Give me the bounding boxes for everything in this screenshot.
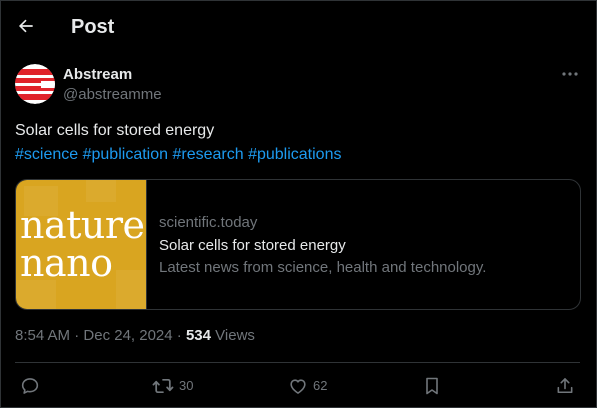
post-date[interactable]: Dec 24, 2024: [83, 327, 172, 344]
actions-divider: [15, 362, 580, 363]
hashtag-research[interactable]: #research: [172, 146, 243, 163]
thumbnail-logo-line: nano: [20, 241, 113, 285]
card-divider: [146, 180, 147, 309]
like-button[interactable]: 62: [288, 374, 327, 398]
card-domain: scientific.today: [159, 214, 258, 231]
post-header: Post: [0, 0, 597, 54]
meta-separator: ·: [74, 327, 80, 344]
post-text: Solar cells for stored energy: [15, 122, 215, 139]
reply-icon: [21, 378, 39, 394]
post-time[interactable]: 8:54 AM: [15, 327, 70, 344]
reply-button[interactable]: [20, 374, 40, 398]
link-preview-card[interactable]: nature nano scientific.today Solar cells…: [15, 179, 581, 310]
post-hashtags: #science #publication #research #publica…: [15, 145, 341, 165]
views-count: 534: [185, 327, 211, 344]
red-white-striped-logo: [15, 64, 55, 104]
bookmark-button[interactable]: [423, 374, 441, 398]
share-button[interactable]: [555, 374, 575, 398]
repost-count: 30: [179, 378, 194, 393]
page-title: Post: [71, 16, 115, 38]
author-display-name[interactable]: Abstream: [63, 66, 132, 84]
heart-icon: [290, 379, 306, 394]
bookmark-icon: [426, 377, 438, 395]
thumbnail-logo-line: nature: [20, 203, 145, 247]
card-description: Latest news from science, health and tec…: [159, 259, 487, 276]
hashtag-publications[interactable]: #publications: [248, 146, 341, 163]
card-title: Solar cells for stored energy: [159, 237, 346, 254]
share-icon: [557, 378, 573, 394]
card-thumbnail: nature nano: [16, 180, 146, 309]
post-meta: 8:54 AM · Dec 24, 2024 · 534 Views: [15, 327, 255, 345]
avatar[interactable]: [15, 64, 55, 104]
hashtag-publication[interactable]: #publication: [83, 146, 168, 163]
repost-icon: [152, 378, 174, 394]
more-options-button[interactable]: [558, 64, 582, 84]
more-horizontal-icon: [562, 72, 578, 76]
author-handle[interactable]: @abstreamme: [63, 86, 162, 104]
meta-separator: ·: [176, 327, 182, 344]
hashtag-science[interactable]: #science: [15, 146, 78, 163]
arrow-left-icon: [18, 19, 33, 33]
like-count: 62: [313, 378, 328, 393]
back-button[interactable]: [12, 12, 40, 40]
repost-button[interactable]: 30: [152, 374, 193, 398]
views-label: Views: [215, 327, 255, 344]
